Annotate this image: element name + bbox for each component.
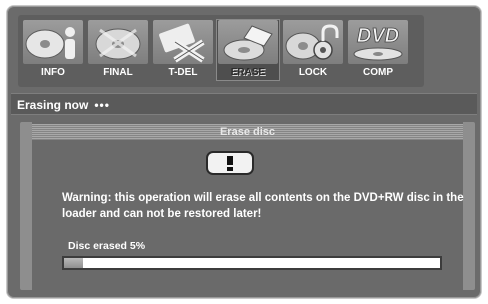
menu-item-erase[interactable]: ERASE bbox=[216, 19, 280, 81]
menu-item-lock[interactable]: LOCK bbox=[281, 19, 345, 81]
title-delete-icon bbox=[153, 20, 213, 64]
status-bar: Erasing now ••• bbox=[11, 93, 477, 115]
menu-label: LOCK bbox=[298, 67, 328, 78]
menu-bar: INFO FINAL T-DEL ERASE LOCK DVD COMP bbox=[18, 15, 424, 87]
dvd-compatibility-icon: DVD bbox=[348, 20, 408, 64]
disc-erase-icon bbox=[218, 20, 278, 64]
menu-item-info[interactable]: INFO bbox=[21, 19, 85, 81]
progress-fill bbox=[64, 258, 83, 268]
erase-progress-bar bbox=[62, 256, 442, 270]
menu-item-final[interactable]: FINAL bbox=[86, 19, 150, 81]
busy-indicator: ••• bbox=[94, 98, 110, 112]
menu-label: INFO bbox=[41, 67, 65, 78]
menu-label: ERASE bbox=[230, 67, 266, 78]
osd-frame: INFO FINAL T-DEL ERASE LOCK DVD COMP Era… bbox=[7, 6, 481, 298]
menu-item-comp[interactable]: DVD COMP bbox=[346, 19, 410, 81]
progress-label: Disc erased 5% bbox=[68, 240, 146, 252]
menu-label: FINAL bbox=[103, 67, 133, 78]
warning-message: Warning: this operation will erase all c… bbox=[62, 192, 464, 220]
menu-label: T-DEL bbox=[168, 67, 198, 78]
menu-item-t-del[interactable]: T-DEL bbox=[151, 19, 215, 81]
dialog-title: Erase disc bbox=[32, 124, 463, 140]
erase-dialog: Erase disc Warning: this operation will … bbox=[20, 122, 475, 290]
svg-text:DVD: DVD bbox=[357, 25, 399, 47]
menu-label: COMP bbox=[363, 67, 393, 78]
disc-lock-icon bbox=[283, 20, 343, 64]
exclamation-icon bbox=[206, 151, 254, 175]
disc-finalize-icon bbox=[88, 20, 148, 64]
disc-info-icon bbox=[23, 20, 83, 64]
status-text: Erasing now bbox=[17, 98, 89, 112]
